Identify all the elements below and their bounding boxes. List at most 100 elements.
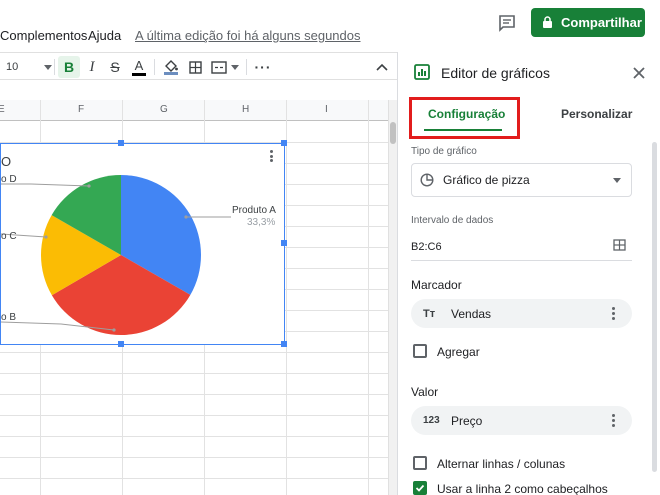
sheet-scrollbar[interactable] <box>388 100 397 495</box>
column-header-i[interactable]: I <box>325 104 328 115</box>
number-type-icon: 123 <box>423 415 440 426</box>
pie-chart-icon <box>420 173 434 187</box>
scrollbar-thumb[interactable] <box>390 122 396 144</box>
aggregate-label: Agregar <box>437 345 480 359</box>
share-label: Compartilhar <box>561 15 642 30</box>
annotation-highlight-box <box>409 97 520 139</box>
toolbar-divider <box>246 59 247 75</box>
strikethrough-icon: S <box>110 59 120 75</box>
grid-line <box>0 436 388 437</box>
column-header-e[interactable]: E <box>0 104 5 115</box>
toolbar-divider <box>154 59 155 75</box>
chart-icon <box>414 64 430 85</box>
italic-button[interactable]: I <box>82 56 102 78</box>
resize-handle[interactable] <box>118 140 124 146</box>
switch-rows-checkbox[interactable] <box>413 456 427 470</box>
borders-button[interactable] <box>185 56 205 78</box>
leader-dot <box>87 184 91 188</box>
column-header-f[interactable]: F <box>78 104 84 115</box>
chevron-up-icon <box>376 63 388 71</box>
resize-handle[interactable] <box>281 341 287 347</box>
chart-editor-panel: Editor de gráficos Configuração Personal… <box>397 52 660 495</box>
grid-line <box>0 457 388 458</box>
toolbar-divider <box>54 59 55 75</box>
kebab-icon[interactable] <box>612 307 615 320</box>
use-header-label: Usar a linha 2 como cabeçalhos <box>437 482 608 495</box>
pie-chart-object[interactable]: O Produto A 33,3% o D o C o B <box>0 140 287 347</box>
resize-handle[interactable] <box>281 140 287 146</box>
data-range-value: B2:C6 <box>411 241 442 253</box>
font-size-select[interactable]: 10 <box>6 56 52 78</box>
text-color-swatch <box>132 72 146 76</box>
chart-type-dropdown[interactable]: Gráfico de pizza <box>411 163 632 197</box>
chart-type-value: Gráfico de pizza <box>443 173 530 187</box>
italic-icon: I <box>89 58 95 75</box>
more-icon: ··· <box>254 59 272 75</box>
strikethrough-button[interactable]: S <box>104 56 126 78</box>
comment-icon <box>499 15 515 32</box>
text-color-button[interactable]: A <box>128 56 150 78</box>
leader-dot <box>44 235 48 239</box>
aggregate-checkbox[interactable] <box>413 344 427 358</box>
panel-scrollbar[interactable] <box>652 142 658 492</box>
resize-handle[interactable] <box>118 341 124 347</box>
bold-button[interactable]: B <box>58 56 80 78</box>
chevron-down-icon <box>613 178 621 183</box>
text-type-icon: Tт <box>423 307 436 320</box>
slice-label-a: Produto A <box>232 205 276 216</box>
menu-complementos[interactable]: Complementos <box>0 28 87 43</box>
fill-color-button[interactable] <box>160 56 182 78</box>
grid-line <box>0 478 388 479</box>
more-button[interactable]: ··· <box>252 56 274 78</box>
column-header-row: E F G H I <box>0 100 388 121</box>
text-color-icon: A <box>134 57 144 73</box>
use-header-checkbox[interactable] <box>413 481 427 495</box>
comments-button[interactable] <box>493 10 521 36</box>
menu-ajuda[interactable]: Ajuda <box>88 28 121 43</box>
close-icon <box>633 67 645 79</box>
slice-label-c: o C <box>1 231 17 242</box>
close-button[interactable] <box>633 66 645 84</box>
resize-handle[interactable] <box>281 240 287 246</box>
grid-line <box>0 415 388 416</box>
borders-icon <box>188 60 202 74</box>
grid-line <box>0 373 388 374</box>
chevron-down-icon <box>231 64 239 70</box>
chevron-down-icon <box>44 64 52 70</box>
bold-icon: B <box>63 59 75 75</box>
menu-bar: Complementos Ajuda A última edição foi h… <box>0 0 660 52</box>
last-edit-link[interactable]: A última edição foi há alguns segundos <box>135 28 361 43</box>
leader-dot <box>112 328 116 332</box>
lock-icon <box>542 16 553 29</box>
font-size-value: 10 <box>6 61 19 73</box>
data-range-label: Intervalo de dados <box>411 215 494 226</box>
collapse-menus-button[interactable] <box>372 56 392 78</box>
fill-color-swatch <box>164 71 178 75</box>
fill-color-icon <box>165 59 178 72</box>
leader-dot <box>184 215 188 219</box>
merge-cells-icon <box>211 60 227 74</box>
data-range-field[interactable]: B2:C6 <box>411 231 632 261</box>
value-value: Preço <box>451 413 483 428</box>
marker-label: Marcador <box>411 278 462 292</box>
marker-series-chip[interactable]: Tт Vendas <box>411 299 632 328</box>
check-icon <box>415 484 425 492</box>
pie-chart <box>1 175 231 335</box>
select-range-icon[interactable] <box>613 239 626 254</box>
scrollbar-thumb[interactable] <box>652 142 657 472</box>
formatting-toolbar: 10 B I S A ··· <box>0 52 397 80</box>
value-series-chip[interactable]: 123 Preço <box>411 406 632 435</box>
slice-percent-a: 33,3% <box>247 217 276 228</box>
switch-rows-label: Alternar linhas / colunas <box>437 457 566 471</box>
column-header-h[interactable]: H <box>242 104 249 115</box>
grid-line <box>0 352 388 353</box>
kebab-icon[interactable] <box>612 414 615 427</box>
slice-label-b: o B <box>1 312 17 323</box>
share-button[interactable]: Compartilhar <box>531 8 645 37</box>
merge-cells-button[interactable] <box>208 56 242 78</box>
column-header-g[interactable]: G <box>160 104 168 115</box>
tab-personalizar[interactable]: Personalizar <box>561 107 632 121</box>
chart-editor-title: Editor de gráficos <box>441 65 550 81</box>
chart-editor-header: Editor de gráficos <box>398 52 660 94</box>
slice-label-d: o D <box>1 174 17 185</box>
